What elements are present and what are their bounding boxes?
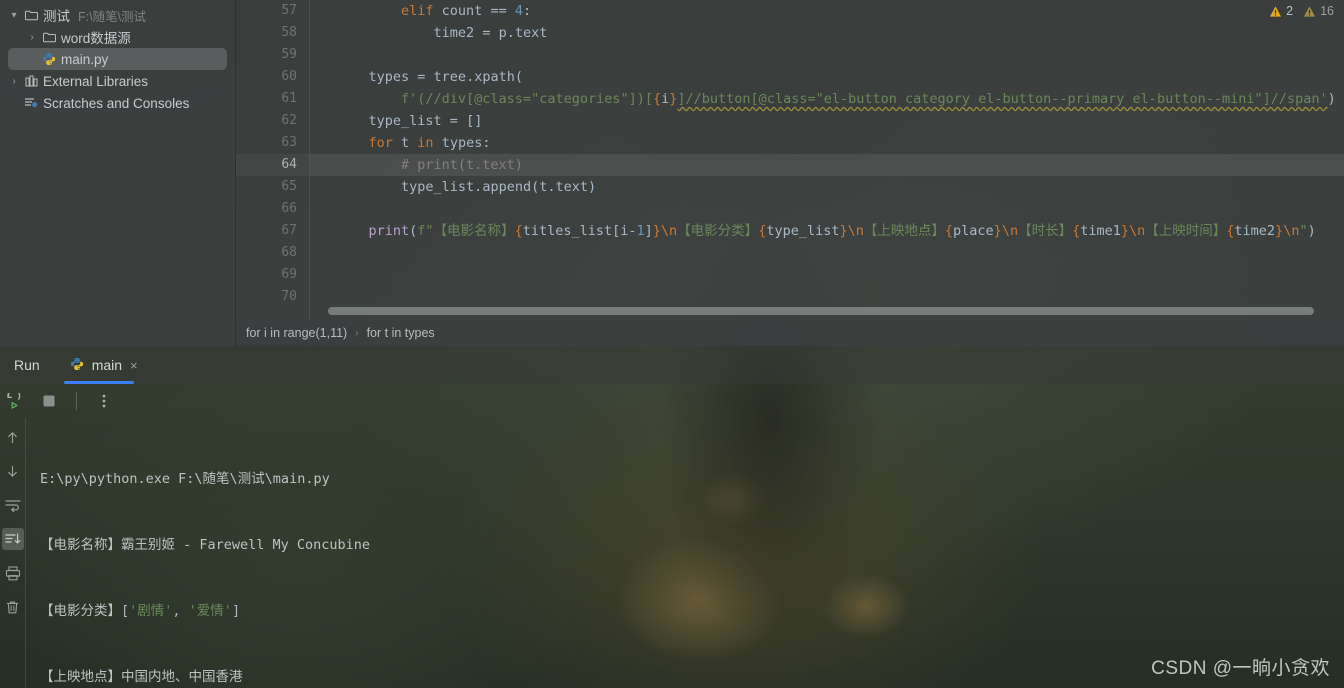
- chevron-right-icon[interactable]: ›: [24, 32, 40, 43]
- library-icon: [22, 75, 40, 87]
- console-output[interactable]: E:\py\python.exe F:\随笔\测试\main.py 【电影名称】…: [26, 418, 1344, 688]
- code-line: types = tree.xpath(: [336, 69, 523, 85]
- line-number: 58: [281, 25, 297, 40]
- scroll-up-icon[interactable]: [2, 426, 24, 448]
- code-content[interactable]: elif count == 4: time2 = p.text types = …: [310, 0, 1344, 346]
- more-options-icon[interactable]: [93, 390, 115, 412]
- breadcrumb-item-outer[interactable]: for i in range(1,11): [246, 326, 347, 340]
- tree-item-scratches-and-consoles[interactable]: Scratches and Consoles: [0, 92, 235, 114]
- code-line: elif count == 4:: [336, 3, 532, 19]
- line-number: 65: [281, 179, 297, 194]
- breadcrumb-item-inner[interactable]: for t in types: [367, 326, 435, 340]
- code-line: for t in types:: [336, 135, 491, 151]
- code-editor[interactable]: 57 58 59 60 61 62 63 64 65 66 67 68 69 7…: [236, 0, 1344, 346]
- line-number: 62: [281, 113, 297, 128]
- tree-item-project-root[interactable]: ▾ 测试 F:\随笔\测试: [0, 4, 235, 26]
- tree-item-path: F:\随笔\测试: [78, 9, 147, 24]
- python-file-icon: [70, 357, 84, 374]
- stop-icon[interactable]: [38, 390, 60, 412]
- soft-wrap-icon[interactable]: [2, 494, 24, 516]
- tree-item-label: word数据源: [61, 31, 131, 46]
- breadcrumb[interactable]: for i in range(1,11) › for t in types: [236, 320, 1344, 346]
- code-line: type_list.append(t.text): [336, 179, 597, 195]
- console-line: 【电影名称】霸王别姬 - Farewell My Concubine: [40, 537, 371, 553]
- line-number: 68: [281, 245, 297, 260]
- python-file-icon: [40, 52, 58, 66]
- warning-count: 2: [1286, 4, 1294, 18]
- line-number: 60: [281, 69, 297, 84]
- scratches-icon: [22, 97, 40, 109]
- run-window-header: Run main ×: [0, 346, 1344, 384]
- inspection-widget[interactable]: 2 16: [1269, 4, 1334, 18]
- print-icon[interactable]: [2, 562, 24, 584]
- scroll-to-end-icon[interactable]: [1, 528, 24, 550]
- code-line: f'(//div[@class="categories"])[{i}]//but…: [336, 91, 1336, 107]
- tree-item-word-datasource[interactable]: › word数据源: [0, 26, 235, 48]
- scroll-down-icon[interactable]: [2, 460, 24, 482]
- weak-warning-triangle-icon: [1304, 5, 1316, 17]
- run-window-title: Run: [14, 357, 40, 373]
- line-number: 57: [281, 3, 297, 18]
- line-number: 70: [281, 289, 297, 304]
- console-line: E:\py\python.exe F:\随笔\测试\main.py: [40, 471, 330, 487]
- line-number: 59: [281, 47, 297, 62]
- line-number: 66: [281, 201, 297, 216]
- weak-warning-indicator[interactable]: 16: [1303, 4, 1334, 18]
- line-number: 69: [281, 267, 297, 282]
- tree-item-label: External Libraries: [43, 73, 149, 89]
- tree-item-label: 测试: [43, 9, 70, 24]
- code-line: type_list = []: [336, 113, 483, 129]
- warning-triangle-icon: [1270, 5, 1282, 17]
- console-line: 【上映地点】中国内地、中国香港: [40, 669, 243, 685]
- run-tab-label: main: [91, 357, 123, 373]
- line-number: 61: [281, 91, 297, 106]
- toolbar-divider: [76, 392, 77, 410]
- weak-warning-count: 16: [1320, 4, 1334, 18]
- run-toolbar: [0, 384, 1344, 418]
- tree-item-external-libraries[interactable]: › External Libraries: [0, 70, 235, 92]
- project-tool-window: ▾ 测试 F:\随笔\测试 › word数据源 main.py › Extern…: [0, 0, 236, 346]
- chevron-right-icon: ›: [355, 327, 359, 339]
- code-line: time2 = p.text: [336, 25, 548, 41]
- tree-item-main-py[interactable]: main.py: [8, 48, 227, 70]
- console-side-toolbar: [0, 418, 26, 688]
- run-tab-main[interactable]: main ×: [63, 346, 144, 384]
- code-line-current: # print(t.text): [310, 154, 1344, 176]
- code-line: print(f"【电影名称】{titles_list[i-1]}\n【电影分类】…: [336, 223, 1316, 239]
- folder-icon: [40, 32, 58, 43]
- chevron-right-icon[interactable]: ›: [6, 76, 22, 87]
- close-icon[interactable]: ×: [130, 358, 138, 373]
- console-line: 【电影分类】['剧情', '爱情']: [40, 603, 241, 619]
- tree-item-label: main.py: [61, 51, 109, 67]
- rerun-icon[interactable]: [2, 390, 24, 412]
- run-tool-window: Run main × E:\py\python.exe F:\随笔\测试\mai…: [0, 346, 1344, 688]
- editor-horizontal-scrollbar[interactable]: [310, 306, 1316, 316]
- warning-indicator[interactable]: 2: [1269, 4, 1293, 18]
- line-number: 67: [281, 223, 297, 238]
- scrollbar-thumb[interactable]: [328, 307, 1314, 315]
- folder-icon: [22, 10, 40, 21]
- chevron-down-icon[interactable]: ▾: [6, 10, 22, 21]
- tree-item-label: Scratches and Consoles: [43, 95, 190, 111]
- line-number: 63: [281, 135, 297, 150]
- clear-all-icon[interactable]: [2, 596, 24, 618]
